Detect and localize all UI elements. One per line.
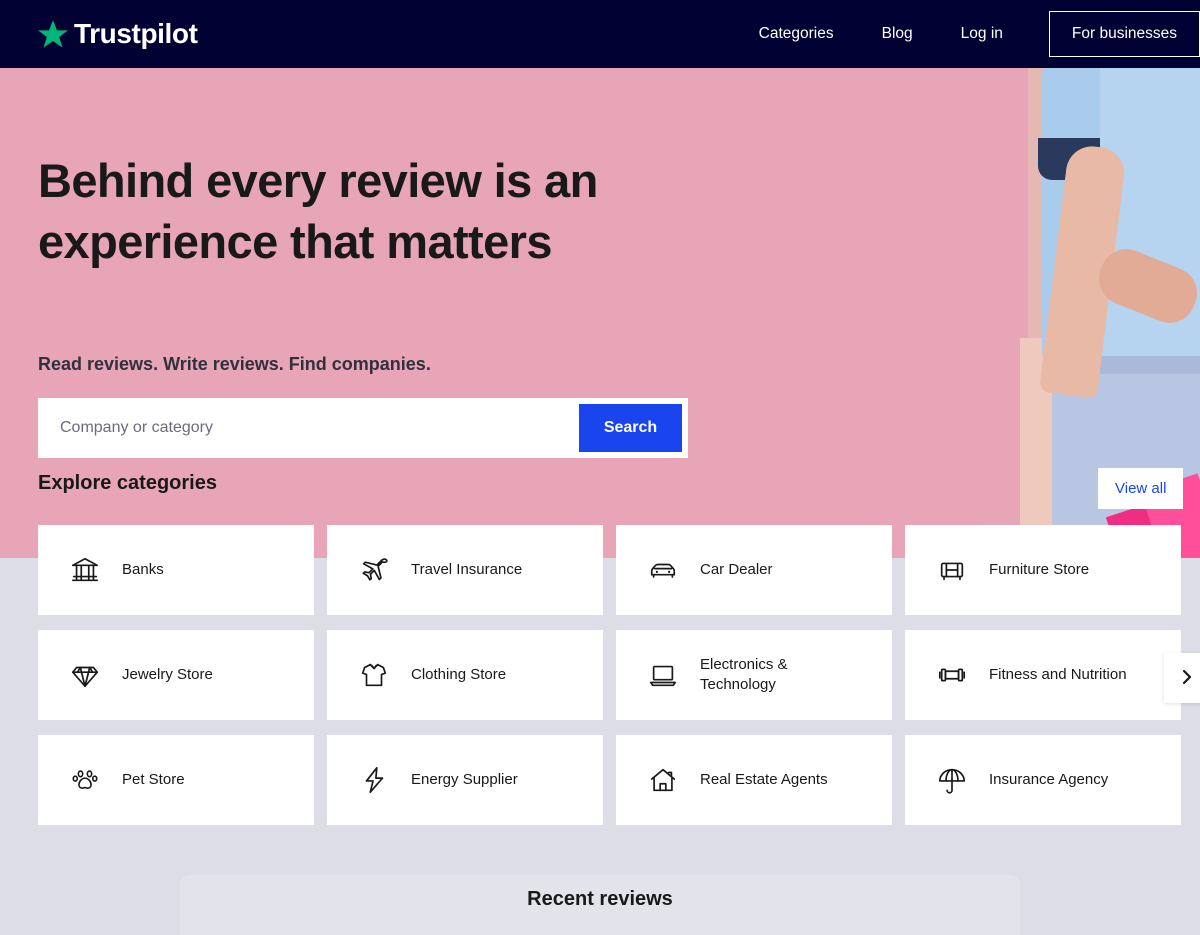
category-label: Banks (122, 560, 164, 578)
category-card-travel-insurance[interactable]: Travel Insurance (327, 525, 603, 615)
airplane-icon (359, 555, 389, 585)
carousel-next-button[interactable] (1164, 653, 1200, 703)
diamond-icon (70, 660, 100, 690)
search-button[interactable]: Search (579, 404, 682, 452)
dumbbell-icon (937, 660, 967, 690)
category-card-insurance-agency[interactable]: Insurance Agency (905, 735, 1181, 825)
nav-link-categories[interactable]: Categories (735, 0, 858, 68)
for-businesses-button[interactable]: For businesses (1048, 11, 1200, 57)
category-label: Travel Insurance (411, 560, 523, 578)
house-icon (648, 765, 678, 795)
category-card-jewelry-store[interactable]: Jewelry Store (38, 630, 314, 720)
nav-link-login[interactable]: Log in (937, 0, 1027, 68)
chevron-right-icon (1179, 669, 1195, 688)
tshirt-icon (359, 660, 389, 690)
category-card-real-estate-agents[interactable]: Real Estate Agents (616, 735, 892, 825)
explore-categories-heading: Explore categories (38, 472, 217, 494)
site-header: Trustpilot Categories Blog Log in For bu… (0, 0, 1200, 68)
trustpilot-logo[interactable]: Trustpilot (38, 20, 198, 49)
category-card-banks[interactable]: Banks (38, 525, 314, 615)
search-input[interactable] (38, 398, 579, 458)
category-label: Jewelry Store (122, 665, 213, 683)
category-card-car-dealer[interactable]: Car Dealer (616, 525, 892, 615)
category-label: Pet Store (122, 770, 185, 788)
nav-link-blog[interactable]: Blog (858, 0, 937, 68)
car-icon (648, 555, 678, 585)
category-card-energy-supplier[interactable]: Energy Supplier (327, 735, 603, 825)
view-all-button[interactable]: View all (1098, 468, 1184, 509)
category-label: Real Estate Agents (700, 770, 828, 788)
category-label: Clothing Store (411, 665, 507, 683)
category-label: Furniture Store (989, 560, 1090, 578)
page-title: Behind every review is an experience tha… (38, 154, 598, 268)
category-card-furniture-store[interactable]: Furniture Store (905, 525, 1181, 615)
category-label: Insurance Agency (989, 770, 1109, 788)
category-label: Electronics & Technology (700, 655, 788, 693)
category-label: Fitness and Nutrition (989, 665, 1127, 683)
lightning-bolt-icon (359, 765, 389, 795)
search-bar: Search (38, 398, 688, 458)
paw-icon (70, 765, 100, 795)
bank-icon (70, 555, 100, 585)
umbrella-icon (937, 765, 967, 795)
category-label: Car Dealer (700, 560, 773, 578)
category-card-electronics-technology[interactable]: Electronics & Technology (616, 630, 892, 720)
category-card-fitness-and-nutrition[interactable]: Fitness and Nutrition (905, 630, 1181, 720)
laptop-icon (648, 660, 678, 690)
logo-wordmark: Trustpilot (74, 18, 198, 49)
category-card-clothing-store[interactable]: Clothing Store (327, 630, 603, 720)
main-navigation: Categories Blog Log in For businesses (735, 0, 1200, 68)
star-icon (38, 19, 68, 49)
hero-subtitle: Read reviews. Write reviews. Find compan… (38, 354, 431, 374)
category-grid: Banks Travel Insurance Car Dealer Furnit… (38, 525, 1190, 825)
category-label: Energy Supplier (411, 770, 518, 788)
category-card-pet-store[interactable]: Pet Store (38, 735, 314, 825)
armchair-icon (937, 555, 967, 585)
